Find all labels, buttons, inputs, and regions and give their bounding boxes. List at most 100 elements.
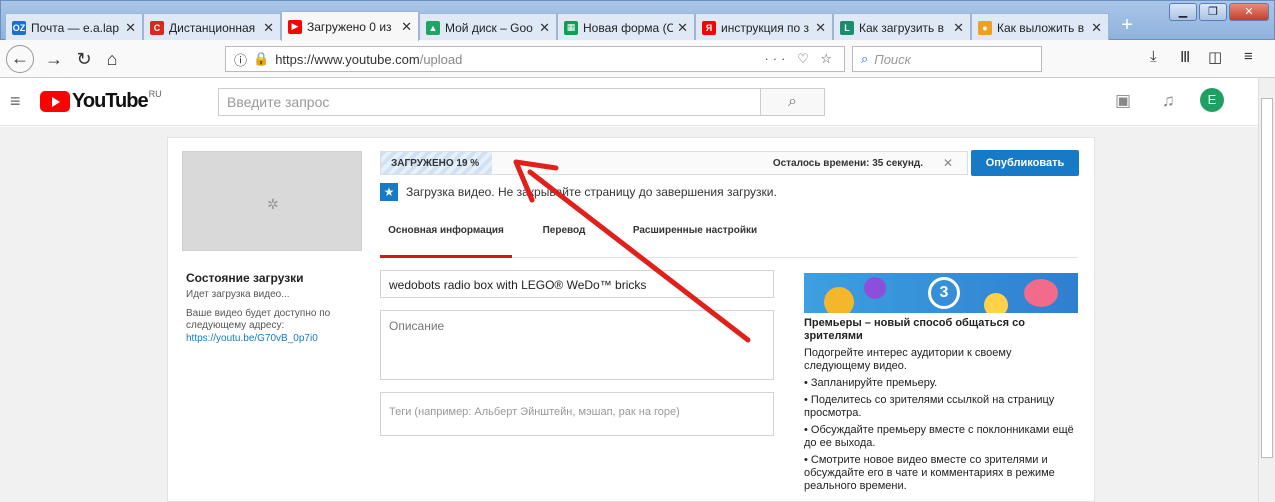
c-icon: C [150, 20, 164, 35]
browser-tab[interactable]: Яинструкция по з ✕ [695, 13, 833, 41]
forward-button[interactable]: → [42, 48, 66, 70]
info-icon[interactable]: ⓘ [234, 50, 247, 69]
youtube-logo[interactable]: YouTube RU [40, 88, 162, 113]
outlook-icon: OZ [12, 20, 26, 35]
browser-nav-bar: ← → ↻ ⌂ ⓘ 🔒 https://www.youtube.com/uplo… [0, 40, 1275, 78]
minimize-button[interactable]: ▁ [1169, 3, 1197, 21]
close-tab-icon[interactable]: ✕ [539, 20, 550, 36]
upload-notice-text: Загрузка видео. Не закрывайте страницу д… [406, 185, 777, 199]
premieres-promo: 3 Премьеры – новый способ общаться со зр… [804, 273, 1078, 497]
star-icon: ★ [380, 183, 398, 201]
youtube-region: RU [148, 88, 162, 99]
browser-tab-title: Мой диск – Goo [445, 20, 533, 35]
browser-tab[interactable]: ● Как выложить в ✕ [971, 13, 1109, 41]
time-remaining: Осталось времени: 35 секунд. [772, 158, 923, 169]
browser-tab-title: Дистанционная [169, 20, 256, 35]
browser-tab[interactable]: ▦ Новая форма (С ✕ [557, 13, 695, 41]
close-tab-icon[interactable]: ✕ [953, 20, 964, 36]
lock-icon: 🔒 [253, 51, 270, 66]
browser-tab-title: Как выложить в [997, 20, 1085, 35]
browser-tab-title: инструкция по з [721, 20, 810, 35]
video-address-label: Ваше видео будет доступно по следующему … [186, 308, 331, 331]
reload-button[interactable]: ↻ [72, 48, 96, 70]
youtube-search-input[interactable]: Введите запрос [218, 88, 761, 116]
cancel-upload-icon[interactable]: ✕ [943, 156, 953, 170]
browser-tab-strip: OZ Почта — e.a.lap ✕ C Дистанционная ✕ ▶ Загруж… [0, 0, 1275, 41]
menu-icon[interactable]: ≡ [1244, 48, 1253, 65]
browser-tab[interactable]: C Дистанционная ✕ [143, 13, 281, 41]
upload-tabs: Основная информация Перевод Расширенные … [380, 222, 1078, 258]
sidebar-icon[interactable]: ◫ [1208, 48, 1222, 66]
premieres-bullet: • Смотрите новое видео вместе со зрителя… [804, 454, 1055, 492]
publish-button[interactable]: Опубликовать [971, 150, 1079, 176]
close-tab-icon[interactable]: ✕ [677, 20, 688, 36]
url-tools-icons[interactable]: ··· ♡ ☆ [764, 51, 836, 67]
video-link[interactable]: https://youtu.be/G70vB_0p7i0 [186, 333, 318, 344]
upload-progress-bar: ЗАГРУЖЕНО 19 % Осталось времени: 35 секу… [380, 151, 968, 175]
tab-basic-info[interactable]: Основная информация [380, 222, 512, 258]
loading-spinner-icon: ✲ [267, 196, 279, 212]
premieres-bullets: • Запланируйте премьеру. • Поделитесь со… [804, 377, 1078, 493]
close-tab-icon[interactable]: ✕ [125, 20, 136, 36]
premieres-bullet: • Обсуждайте премьеру вместе с поклонник… [804, 424, 1074, 449]
browser-search-placeholder: Поиск [874, 51, 911, 67]
premieres-intro: Подогрейте интерес аудитории к своему сл… [804, 347, 1012, 372]
home-icon[interactable]: ⌂ [100, 48, 124, 70]
browser-tab[interactable]: OZ Почта — e.a.lap ✕ [5, 13, 143, 41]
video-tags-input[interactable]: Теги (например: Альберт Эйнштейн, мэшап,… [380, 392, 774, 436]
video-title-input[interactable]: wedobots radio box with LEGO® WeDo™ bric… [380, 270, 774, 298]
premieres-banner: 3 [804, 273, 1078, 313]
premieres-bullet: • Поделитесь со зрителями ссылкой на стр… [804, 394, 1055, 419]
url-bar[interactable]: ⓘ 🔒 https://www.youtube.com/upload ··· ♡… [225, 46, 845, 72]
yandex-icon: Я [702, 20, 716, 35]
close-tab-icon[interactable]: ✕ [815, 20, 826, 36]
browser-tab-title: Почта — e.a.lap [31, 20, 120, 35]
l-icon: L [840, 20, 854, 35]
close-tab-icon[interactable]: ✕ [401, 19, 412, 35]
close-tab-icon[interactable]: ✕ [263, 20, 274, 36]
bulb-icon: ● [978, 20, 992, 35]
browser-tab-title: Новая форма (С [583, 20, 674, 35]
downloads-icon[interactable]: ⤓ [1150, 48, 1157, 65]
create-video-icon[interactable]: ▣ [1115, 91, 1131, 111]
scrollbar-thumb[interactable] [1261, 98, 1273, 458]
video-thumbnail: ✲ [182, 151, 362, 251]
back-button[interactable]: ← [6, 45, 34, 73]
upload-notice: ★ Загрузка видео. Не закрывайте страницу… [380, 183, 777, 201]
youtube-header: ≡ YouTube RU Введите запрос ⌕ ▣ ♫ E [0, 78, 1258, 126]
close-window-button[interactable]: ✕ [1229, 3, 1269, 21]
browser-tab[interactable]: ▶ Загружено 0 из ✕ [281, 11, 419, 41]
premieres-number-badge: 3 [928, 277, 960, 309]
search-engine-icon[interactable]: ⌕ [861, 51, 868, 67]
url-path: /upload [419, 51, 463, 67]
tab-advanced-settings[interactable]: Расширенные настройки [620, 222, 770, 258]
tab-translation[interactable]: Перевод [534, 222, 594, 258]
notifications-bell-icon[interactable]: ♫ [1162, 91, 1175, 111]
browser-tab-title: Загружено 0 из [307, 19, 392, 34]
browser-tab-title: Как загрузить в [859, 20, 945, 35]
hamburger-menu-icon[interactable]: ≡ [10, 91, 21, 112]
upload-progress-label: ЗАГРУЖЕНО 19 % [391, 158, 480, 169]
browser-tab[interactable]: L Как загрузить в ✕ [833, 13, 971, 41]
library-icon[interactable]: Ⅲ [1180, 48, 1190, 66]
avatar[interactable]: E [1200, 88, 1224, 112]
upload-status-title: Состояние загрузки [186, 271, 304, 285]
drive-icon: ▲ [426, 20, 440, 35]
sheets-icon: ▦ [564, 20, 578, 35]
youtube-play-icon [40, 91, 70, 112]
browser-search-input[interactable]: ⌕ Поиск [852, 46, 1042, 72]
upload-status-subtitle: Идет загрузка видео... [186, 289, 290, 300]
new-tab-button[interactable]: + [1115, 15, 1139, 37]
url-host: https://www.youtube.com [275, 51, 420, 67]
upload-card: ✲ Состояние загрузки Идет загрузка видео… [167, 137, 1095, 502]
browser-tab[interactable]: ▲ Мой диск – Goo ✕ [419, 13, 557, 41]
video-description-input[interactable]: Описание [380, 310, 774, 380]
maximize-button[interactable]: ❐ [1199, 3, 1227, 21]
page-scrollbar[interactable] [1258, 78, 1275, 502]
youtube-search-button[interactable]: ⌕ [761, 88, 825, 116]
youtube-icon: ▶ [288, 19, 302, 34]
premieres-bullet: • Запланируйте премьеру. [804, 377, 938, 389]
premieres-title: Премьеры – новый способ общаться со зрит… [804, 317, 1025, 342]
close-tab-icon[interactable]: ✕ [1091, 20, 1102, 36]
youtube-logo-word: YouTube [72, 90, 149, 112]
